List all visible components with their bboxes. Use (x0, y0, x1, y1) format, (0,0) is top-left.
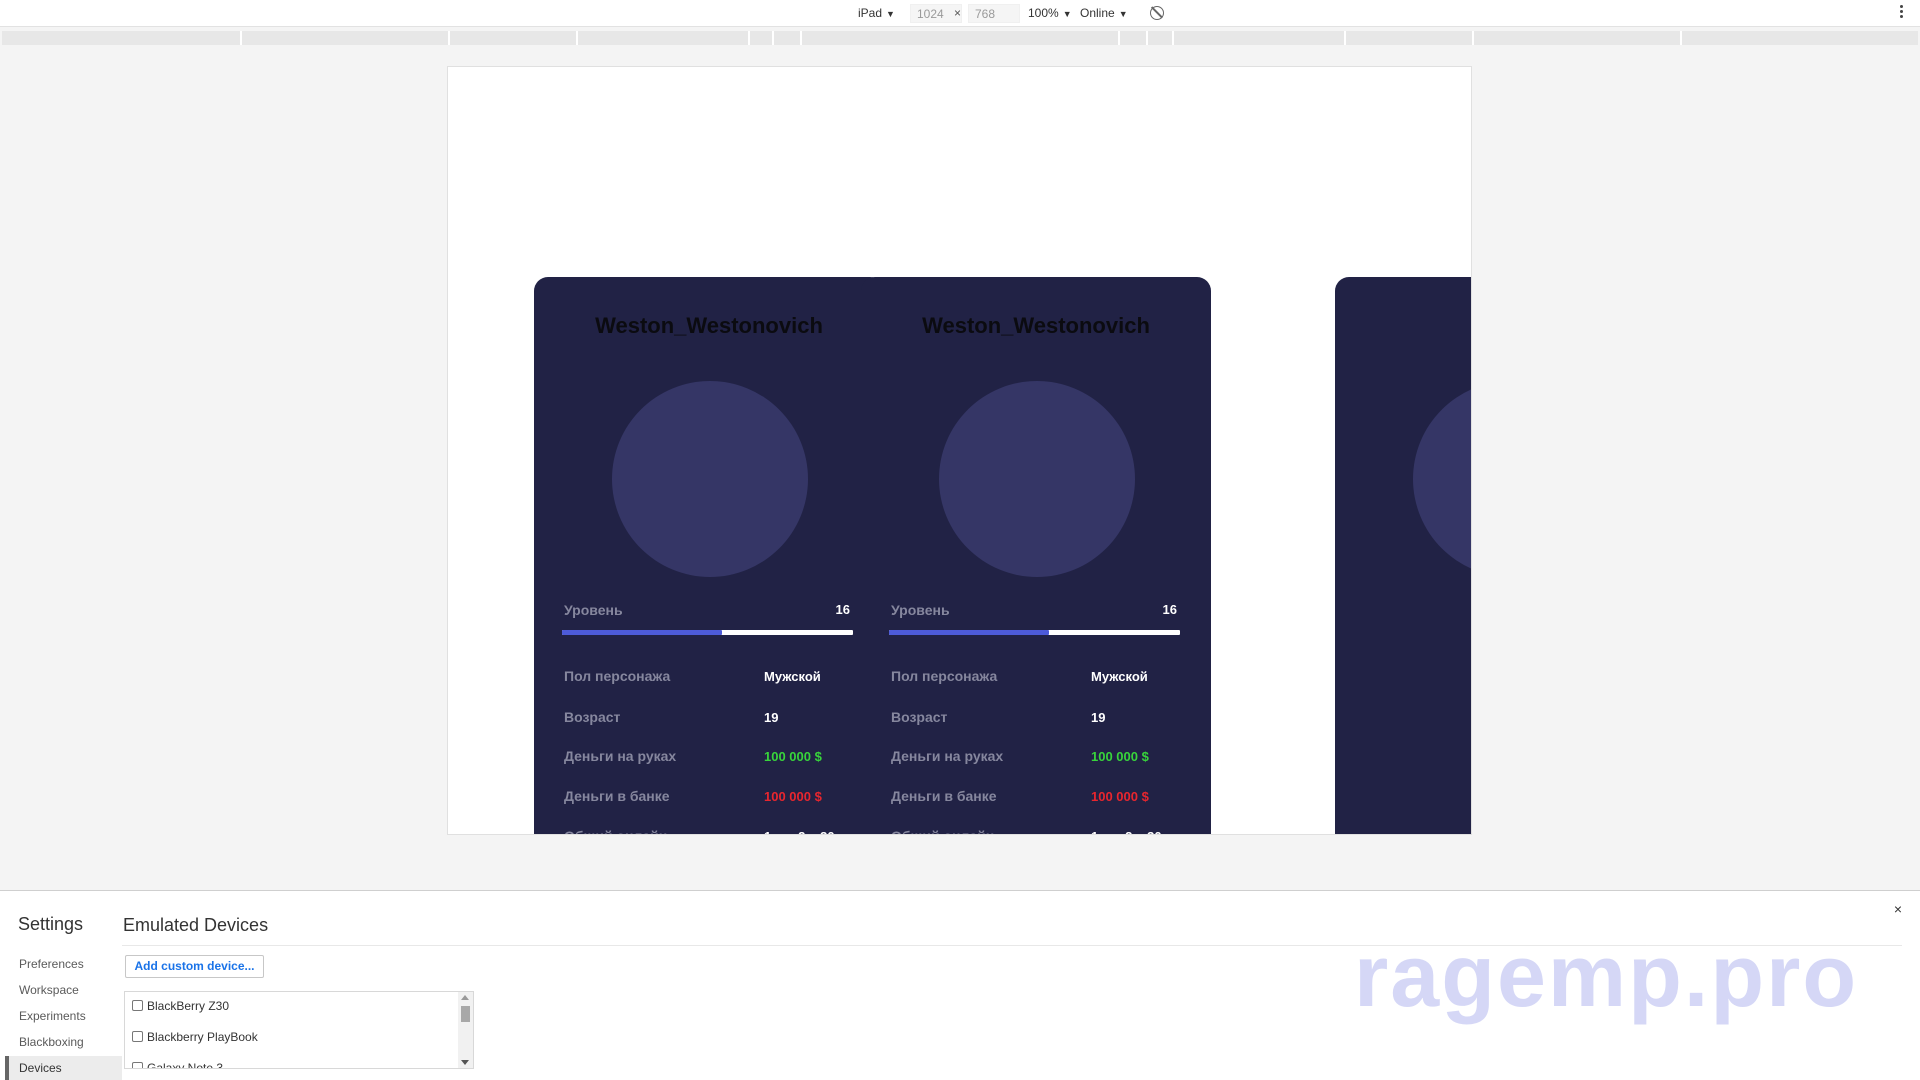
times-icon: × (954, 6, 962, 20)
caret-down-icon: ▼ (1062, 9, 1072, 19)
list-item[interactable]: BlackBerry Z30 (132, 999, 229, 1013)
stat-value: 100 000 $ (1091, 749, 1149, 764)
stat-label: Деньги в банке (891, 788, 997, 804)
character-card[interactable]: Weston_Westonovich Уровень 16 Пол персонажа… (534, 277, 884, 834)
character-name: Weston_Westonovich (595, 313, 823, 338)
character-card[interactable]: Weston_Westonovich Уровень 16 Пол персонажа… (861, 277, 1211, 834)
character-avatar (1413, 381, 1471, 577)
nav-item-workspace[interactable]: Workspace (5, 978, 122, 1002)
device-list[interactable]: BlackBerry Z30 Blackberry PlayBook Galax… (124, 991, 474, 1069)
level-label: Уровень (891, 602, 950, 618)
checkbox[interactable] (132, 1000, 143, 1011)
device-select[interactable]: iPad ▼ (858, 5, 895, 22)
media-query-divider (1118, 31, 1120, 45)
network-select-label: Online (1080, 6, 1115, 20)
character-avatar (939, 381, 1135, 577)
nav-item-experiments[interactable]: Experiments (5, 1004, 122, 1028)
device-label: Blackberry PlayBook (147, 1030, 258, 1044)
device-label: BlackBerry Z30 (147, 999, 230, 1013)
stat-value: 19 (1091, 710, 1106, 725)
media-query-divider (1172, 31, 1174, 45)
media-query-divider (240, 31, 242, 45)
height-input[interactable]: 768 (968, 4, 1020, 23)
stat-label: Возраст (564, 709, 621, 725)
rotate-icon[interactable] (1150, 6, 1164, 20)
device-viewport[interactable]: Weston_Westonovich Уровень 16 Пол персонажа… (447, 66, 1472, 835)
devtools-window: iPad ▼ 1024 × 768 100% ▼ Online ▼ Weston_We… (0, 0, 1920, 1080)
device-label: Galaxy Note 3 (147, 1061, 224, 1069)
list-item[interactable]: Galaxy Note 3 (132, 1061, 224, 1069)
stat-label: Деньги в банке (564, 788, 670, 804)
stat-value: 100 000 $ (1091, 789, 1149, 804)
checkbox[interactable] (132, 1062, 143, 1068)
stat-value: Мужской (1091, 669, 1148, 684)
level-value: 16 (1162, 602, 1177, 617)
section-title: Emulated Devices (123, 915, 269, 935)
nav-item-blackboxing[interactable]: Blackboxing (5, 1030, 122, 1054)
stat-label: Общий онлайн (891, 828, 994, 834)
stat-label: Общий онлайн (564, 828, 667, 834)
character-name: Weston_Westonovich (922, 313, 1150, 338)
level-label: Уровень (564, 602, 623, 618)
stat-value: 100 000 $ (764, 749, 822, 764)
caret-down-icon: ▼ (1118, 9, 1128, 19)
character-avatar (612, 381, 808, 577)
scroll-down-icon[interactable] (461, 1060, 469, 1065)
media-query-divider (448, 31, 450, 45)
stat-label: Возраст (891, 709, 948, 725)
scrollbar-thumb[interactable] (461, 1006, 470, 1022)
network-select[interactable]: Online ▼ (1080, 5, 1128, 22)
zoom-select[interactable]: 100% ▼ (1028, 5, 1072, 22)
media-query-divider (1344, 31, 1346, 45)
level-progress-bar (562, 630, 853, 635)
checkbox[interactable] (132, 1031, 143, 1042)
character-card-partial[interactable] (1335, 277, 1471, 834)
level-progress-fill (889, 630, 1050, 635)
media-query-divider (1472, 31, 1474, 45)
device-toolbar: iPad ▼ 1024 × 768 100% ▼ Online ▼ (0, 0, 1920, 27)
stat-value: 19 (764, 710, 779, 725)
media-query-divider (772, 31, 774, 45)
settings-title: Settings (18, 914, 84, 934)
stat-label: Деньги на руках (891, 748, 1004, 764)
caret-down-icon: ▼ (886, 9, 895, 19)
media-query-divider (576, 31, 578, 45)
level-progress-fill (562, 630, 723, 635)
media-query-bar[interactable] (2, 31, 1918, 45)
device-select-label: iPad (858, 6, 883, 20)
scrollbar[interactable] (458, 992, 473, 1068)
close-icon[interactable]: × (1894, 901, 1902, 917)
media-query-divider (748, 31, 750, 45)
stat-value: 1 дн. 2ч. 30м. (1091, 829, 1175, 834)
stat-label: Пол персонажа (891, 668, 998, 684)
stat-value: Мужской (764, 669, 821, 684)
level-value: 16 (835, 602, 850, 617)
media-query-divider (1146, 31, 1148, 45)
more-options-icon[interactable] (1900, 5, 1904, 21)
nav-item-devices[interactable]: Devices (5, 1056, 122, 1080)
list-item[interactable]: Blackberry PlayBook (132, 1030, 258, 1044)
zoom-select-label: 100% (1028, 6, 1059, 20)
watermark: ragemp.pro (1354, 926, 1859, 1025)
stat-value: 1 дн. 2ч. 30м. (764, 829, 848, 834)
scroll-up-icon[interactable] (461, 995, 469, 1000)
media-query-divider (1680, 31, 1682, 45)
media-query-divider (800, 31, 802, 45)
stat-label: Деньги на руках (564, 748, 677, 764)
nav-item-preferences[interactable]: Preferences (5, 952, 122, 976)
level-progress-bar (889, 630, 1180, 635)
settings-sidebar: Settings Preferences Workspace Experimen… (0, 891, 122, 1080)
add-custom-device-button[interactable]: Add custom device... (125, 955, 264, 978)
stat-value: 100 000 $ (764, 789, 822, 804)
stat-label: Пол персонажа (564, 668, 671, 684)
